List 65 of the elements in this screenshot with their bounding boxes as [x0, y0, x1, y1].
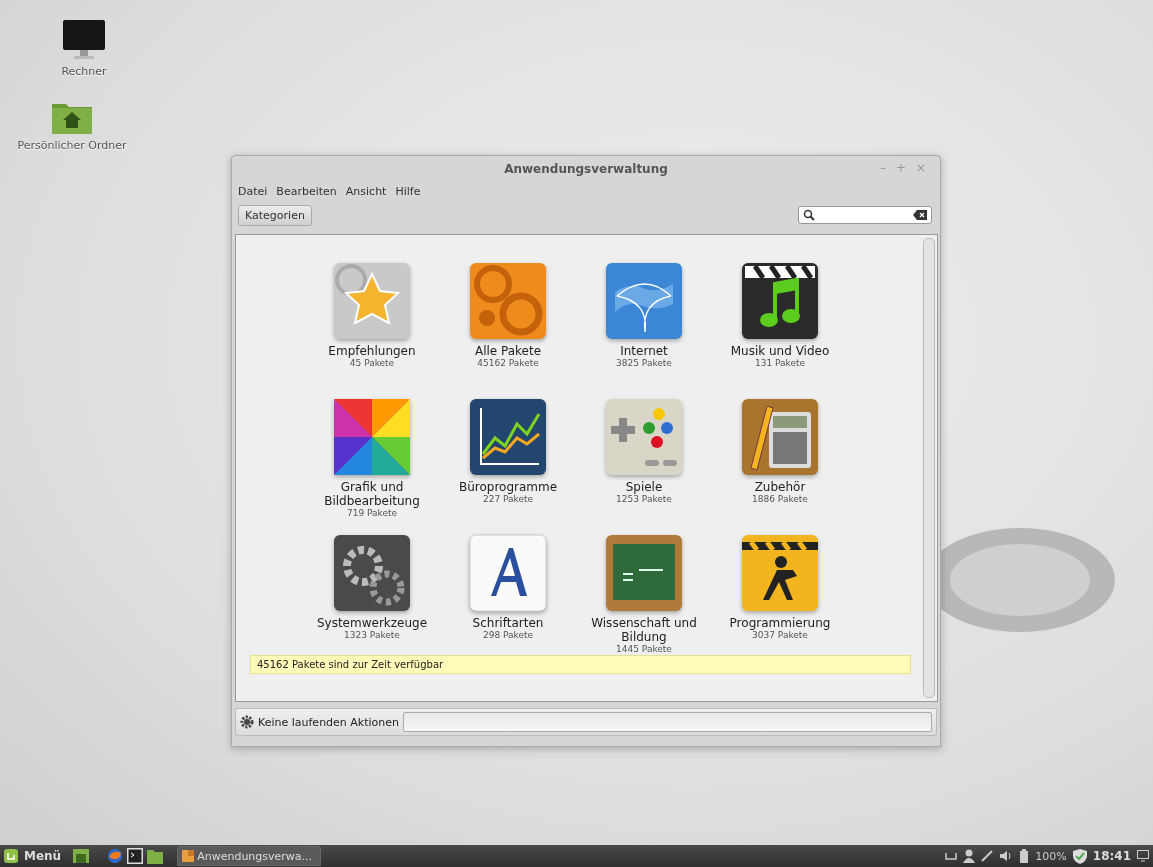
battery-percentage: 100%	[1035, 849, 1067, 863]
package-count: 1253 Pakete	[616, 494, 672, 504]
folder-icon[interactable]	[147, 848, 164, 864]
globe-icon[interactable]	[605, 262, 683, 340]
scrollbar[interactable]	[923, 238, 935, 698]
clock[interactable]: 18:41	[1092, 849, 1131, 863]
category-name[interactable]: Empfehlungen	[328, 344, 416, 358]
category-name[interactable]: Programmierung	[729, 616, 831, 630]
menu-item[interactable]: Bearbeiten	[276, 184, 337, 198]
desktop-icon-label[interactable]: Rechner	[61, 65, 107, 78]
battery-icon[interactable]	[1019, 849, 1030, 863]
menu-button[interactable]: Menü	[4, 849, 70, 863]
monitor-icon[interactable]	[62, 18, 106, 62]
package-count: 719 Pakete	[346, 508, 398, 518]
app-icon	[182, 850, 195, 862]
volume-icon[interactable]	[999, 850, 1014, 862]
category-name[interactable]: Wissenschaft und Bildung	[579, 616, 709, 644]
user-icon[interactable]	[963, 849, 976, 863]
category-name[interactable]: Schriftarten	[472, 616, 544, 630]
category-name[interactable]: Systemwerkzeuge	[316, 616, 428, 630]
keyboard-icon[interactable]	[945, 852, 958, 860]
window-title: Anwendungsverwaltung	[504, 162, 668, 176]
gamepad-icon[interactable]	[605, 398, 683, 476]
menu-item[interactable]: Hilfe	[395, 184, 421, 198]
browser-icon[interactable]	[107, 848, 124, 864]
desktop-icon-label[interactable]: Persönlicher Ordner	[17, 139, 127, 152]
package-count: 3825 Pakete	[616, 358, 672, 368]
package-count: 1445 Pakete	[616, 644, 672, 654]
status-label: Keine laufenden Aktionen	[258, 715, 400, 729]
colorwheel-icon[interactable]	[333, 398, 411, 476]
network-icon[interactable]	[981, 850, 994, 862]
construction-icon[interactable]	[741, 534, 819, 612]
package-count: 298 Pakete	[482, 630, 534, 640]
package-count: 131 Pakete	[754, 358, 806, 368]
clapper-icon[interactable]	[741, 262, 819, 340]
info-bar: 45162 Pakete sind zur Zeit verfügbar	[250, 655, 911, 674]
category-name[interactable]: Grafik und Bildbearbeitung	[307, 480, 437, 508]
package-count: 227 Pakete	[482, 494, 534, 504]
menu-item[interactable]: Datei	[238, 184, 268, 198]
clear-icon[interactable]	[913, 210, 927, 220]
package-count: 45 Pakete	[349, 358, 395, 368]
show-desktop-icon[interactable]	[73, 849, 90, 863]
package-count: 45162 Pakete	[477, 358, 539, 368]
package-count: 1323 Pakete	[344, 630, 400, 640]
gear-icon	[240, 715, 254, 729]
taskbar-window-button[interactable]: Anwendungsverwa...	[177, 846, 322, 866]
display-icon[interactable]	[1137, 850, 1149, 862]
category-name[interactable]: Spiele	[625, 480, 663, 494]
chalkboard-icon[interactable]	[605, 534, 683, 612]
category-name[interactable]: Internet	[620, 344, 668, 358]
shield-icon[interactable]	[1072, 848, 1087, 864]
chart-icon[interactable]	[469, 398, 547, 476]
category-name[interactable]: Zubehör	[754, 480, 806, 494]
category-name[interactable]: Büroprogramme	[458, 480, 558, 494]
category-name[interactable]: Musik und Video	[730, 344, 830, 358]
calculator-icon[interactable]	[741, 398, 819, 476]
search-field[interactable]	[798, 206, 932, 224]
package-count: 3037 Pakete	[752, 630, 808, 640]
font-icon[interactable]	[469, 534, 547, 612]
category-name[interactable]: Alle Pakete	[474, 344, 542, 358]
terminal-icon[interactable]	[127, 848, 144, 864]
search-icon	[803, 209, 815, 221]
package-count: 1886 Pakete	[752, 494, 808, 504]
menu-item[interactable]: Ansicht	[345, 184, 387, 198]
categories-button[interactable]: Kategorien	[238, 204, 312, 226]
